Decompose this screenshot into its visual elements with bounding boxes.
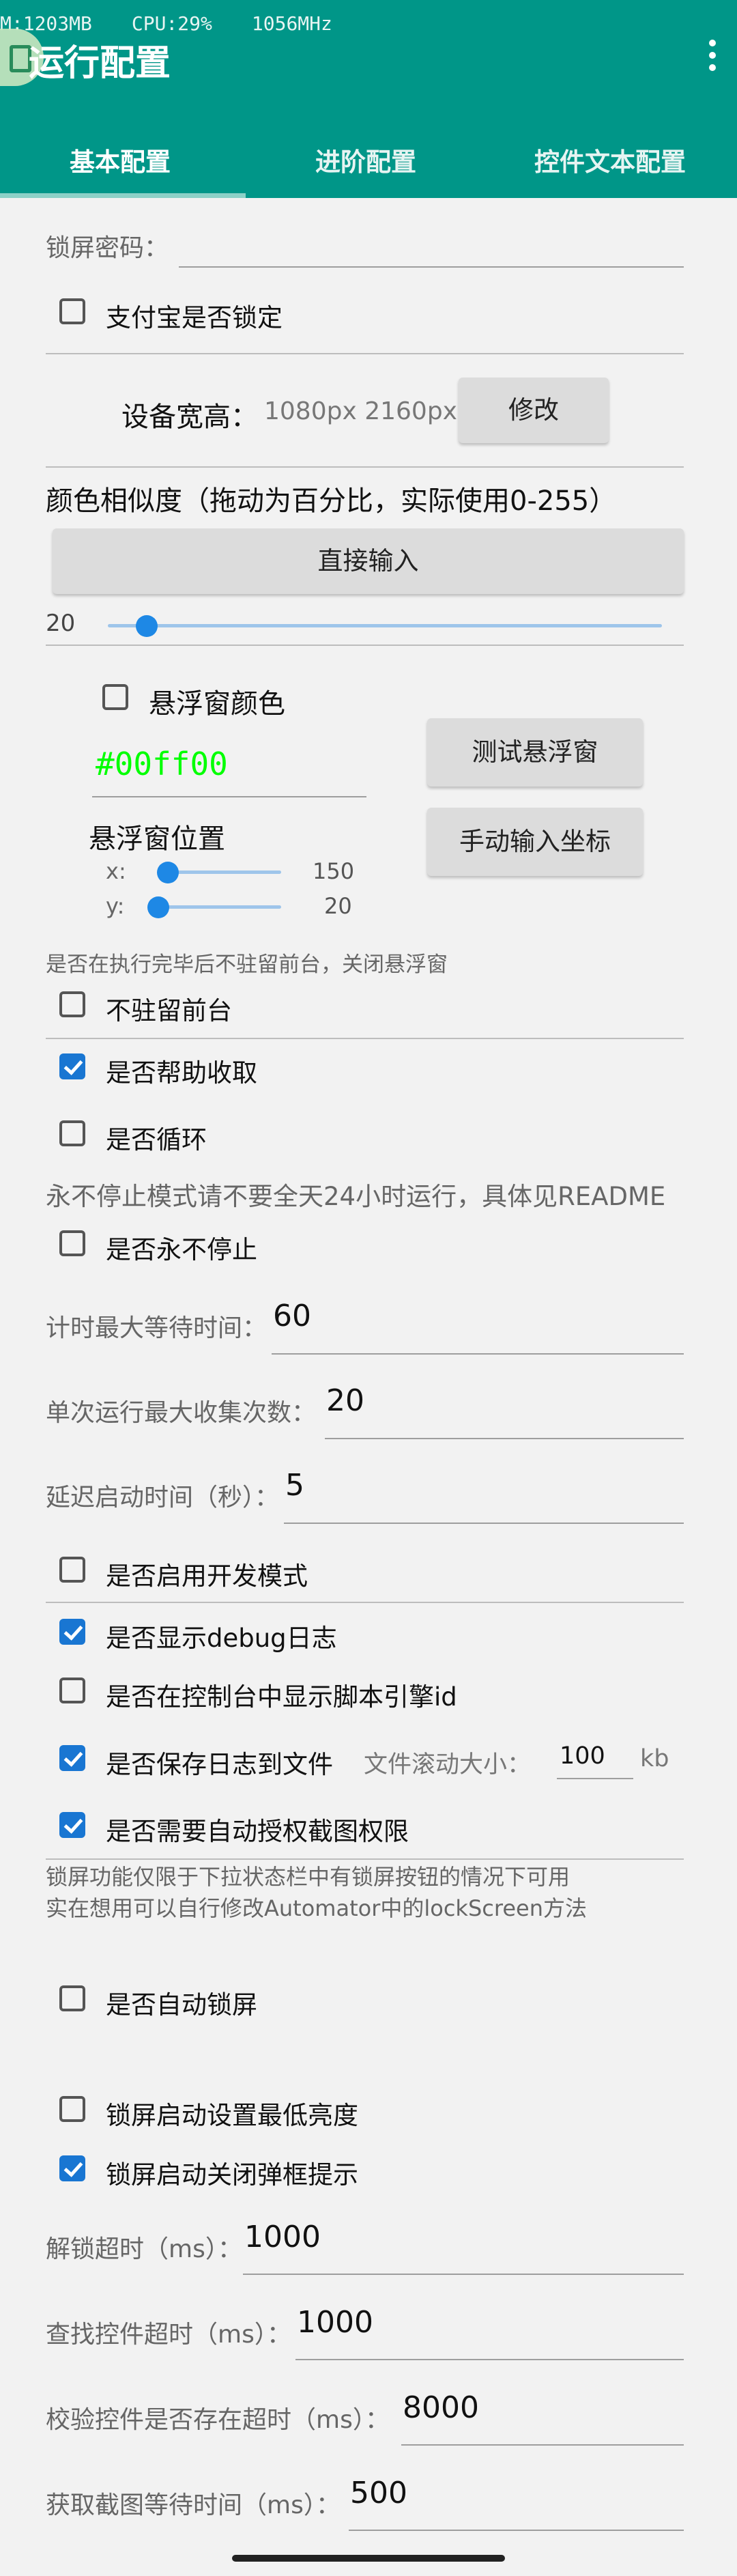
alipay-locked-label: 支付宝是否锁定 [106,303,283,332]
min-brightness-checkbox[interactable] [59,2096,85,2122]
delay-start-input[interactable]: 5 [285,1468,304,1503]
help-collect-checkbox[interactable] [59,1053,85,1079]
screenshot-wait-underline [349,2530,684,2531]
auto-lock-label: 是否自动锁屏 [106,1990,257,2020]
max-collect-input[interactable]: 20 [326,1383,364,1418]
max-collect-label: 单次运行最大收集次数： [46,1399,317,1427]
max-wait-underline [272,1353,684,1355]
page-title: 运行配置 [29,43,171,84]
cpu-readout: CPU:29% [131,12,212,35]
gesture-navigation-bar[interactable] [232,2555,505,2562]
device-size-value: 1080px 2160px [264,397,457,425]
divider [46,466,684,468]
unlock-timeout-input[interactable]: 1000 [244,2220,321,2254]
save-log-label: 是否保存日志到文件 [106,1750,333,1779]
direct-input-button[interactable]: 直接输入 [53,528,684,594]
close-popup-label: 锁屏启动关闭弹框提示 [106,2160,358,2190]
device-size-label: 设备宽高： [121,401,258,433]
close-float-hint: 是否在执行完毕后不驻留前台，关闭悬浮窗 [46,952,448,977]
color-similarity-title: 颜色相似度（拖动为百分比，实际使用0-255） [46,485,617,517]
device-size-edit-button[interactable]: 修改 [459,378,609,443]
divider [46,1858,684,1860]
lock-password-label: 锁屏密码： [46,234,169,262]
tab-indicator [0,193,246,198]
never-stop-label: 是否永不停止 [106,1235,257,1264]
tab-bar: 基本配置 进阶配置 控件文本配置 [0,133,737,198]
engine-id-checkbox[interactable] [59,1678,85,1703]
max-collect-underline [325,1438,684,1439]
lock-password-underline [179,266,684,268]
manual-coordinates-button[interactable]: 手动输入坐标 [427,808,643,876]
close-popup-checkbox[interactable] [59,2155,85,2181]
lock-note-line-1: 锁屏功能仅限于下拉状态栏中有锁屏按钮的情况下可用 [46,1864,570,1890]
y-slider-track[interactable] [158,905,281,909]
verify-widget-timeout-input[interactable]: 8000 [403,2390,479,2425]
find-widget-timeout-label: 查找控件超时（ms）： [46,2321,291,2349]
auto-lock-checkbox[interactable] [59,1985,85,2011]
verify-widget-timeout-underline [401,2444,684,2446]
basic-config-panel: 锁屏密码： 支付宝是否锁定 设备宽高： 1080px 2160px 修改 颜色相… [0,198,737,2576]
y-label: y: [106,893,125,919]
color-similarity-value: 20 [46,610,76,637]
engine-id-label: 是否在控制台中显示脚本引擎id [106,1682,457,1712]
y-value: 20 [324,893,352,919]
x-slider-thumb[interactable] [157,862,179,883]
more-options-icon[interactable] [707,40,718,76]
status-bar: M:1203MB CPU:29% 1056MHz [0,12,372,35]
dev-mode-label: 是否启用开发模式 [106,1561,308,1591]
never-stop-checkbox[interactable] [59,1230,85,1256]
float-color-checkbox[interactable] [102,684,128,710]
delay-start-label: 延迟启动时间（秒）： [46,1484,280,1512]
divider [46,353,684,354]
x-label: x: [106,858,126,884]
auto-screenshot-permission-checkbox[interactable] [59,1812,85,1838]
divider [46,1602,684,1603]
screenshot-wait-label: 获取截图等待时间（ms）： [46,2491,341,2519]
float-color-input[interactable]: #00ff00 [96,746,228,782]
log-rolling-underline [557,1778,633,1779]
loop-checkbox[interactable] [59,1120,85,1146]
no-foreground-checkbox[interactable] [59,991,85,1017]
no-foreground-label: 不驻留前台 [106,996,232,1025]
screenshot-wait-input[interactable]: 500 [350,2476,407,2510]
lock-password-input[interactable] [181,224,679,264]
log-rolling-input[interactable]: 100 [560,1742,605,1770]
color-similarity-slider-track[interactable] [108,624,662,627]
float-color-underline [92,796,366,797]
x-value: 150 [313,858,355,884]
divider [46,1038,684,1039]
color-similarity-slider-thumb[interactable] [135,615,158,637]
verify-widget-timeout-label: 校验控件是否存在超时（ms）： [46,2406,390,2434]
tab-advanced[interactable]: 进阶配置 [315,141,416,178]
float-color-label: 悬浮窗颜色 [149,688,285,720]
divider [46,645,684,646]
delay-start-underline [284,1523,684,1524]
min-brightness-label: 锁屏启动设置最低亮度 [106,2101,358,2130]
max-wait-label: 计时最大等待时间： [46,1314,268,1342]
tab-widget-text[interactable]: 控件文本配置 [534,141,686,178]
max-wait-input[interactable]: 60 [273,1299,311,1333]
loop-label: 是否循环 [106,1125,207,1155]
frequency-readout: 1056MHz [251,12,332,35]
debug-log-label: 是否显示debug日志 [106,1624,337,1653]
test-float-window-button[interactable]: 测试悬浮窗 [427,718,643,787]
find-widget-timeout-underline [295,2359,684,2360]
help-collect-label: 是否帮助收取 [106,1058,257,1088]
debug-log-checkbox[interactable] [59,1619,85,1645]
tab-basic[interactable]: 基本配置 [70,141,171,178]
never-stop-hint: 永不停止模式请不要全天24小时运行，具体见README [46,1182,666,1211]
float-position-title: 悬浮窗位置 [89,823,225,855]
app-bar: M:1203MB CPU:29% 1056MHz 运行配置 基本配置 进阶配置 控件… [0,0,737,198]
log-rolling-label: 文件滚动大小： [364,1751,532,1779]
lock-note-line-2: 实在想用可以自行修改Automator中的lockScreen方法 [46,1895,587,1921]
unlock-timeout-label: 解锁超时（ms）： [46,2235,242,2263]
dev-mode-checkbox[interactable] [59,1557,85,1583]
unlock-timeout-underline [243,2274,684,2275]
save-log-checkbox[interactable] [59,1745,85,1771]
auto-screenshot-permission-label: 是否需要自动授权截图权限 [106,1817,409,1846]
log-rolling-unit: kb [640,1745,669,1772]
y-slider-thumb[interactable] [147,896,169,918]
alipay-locked-checkbox[interactable] [59,298,85,324]
find-widget-timeout-input[interactable]: 1000 [297,2305,373,2340]
